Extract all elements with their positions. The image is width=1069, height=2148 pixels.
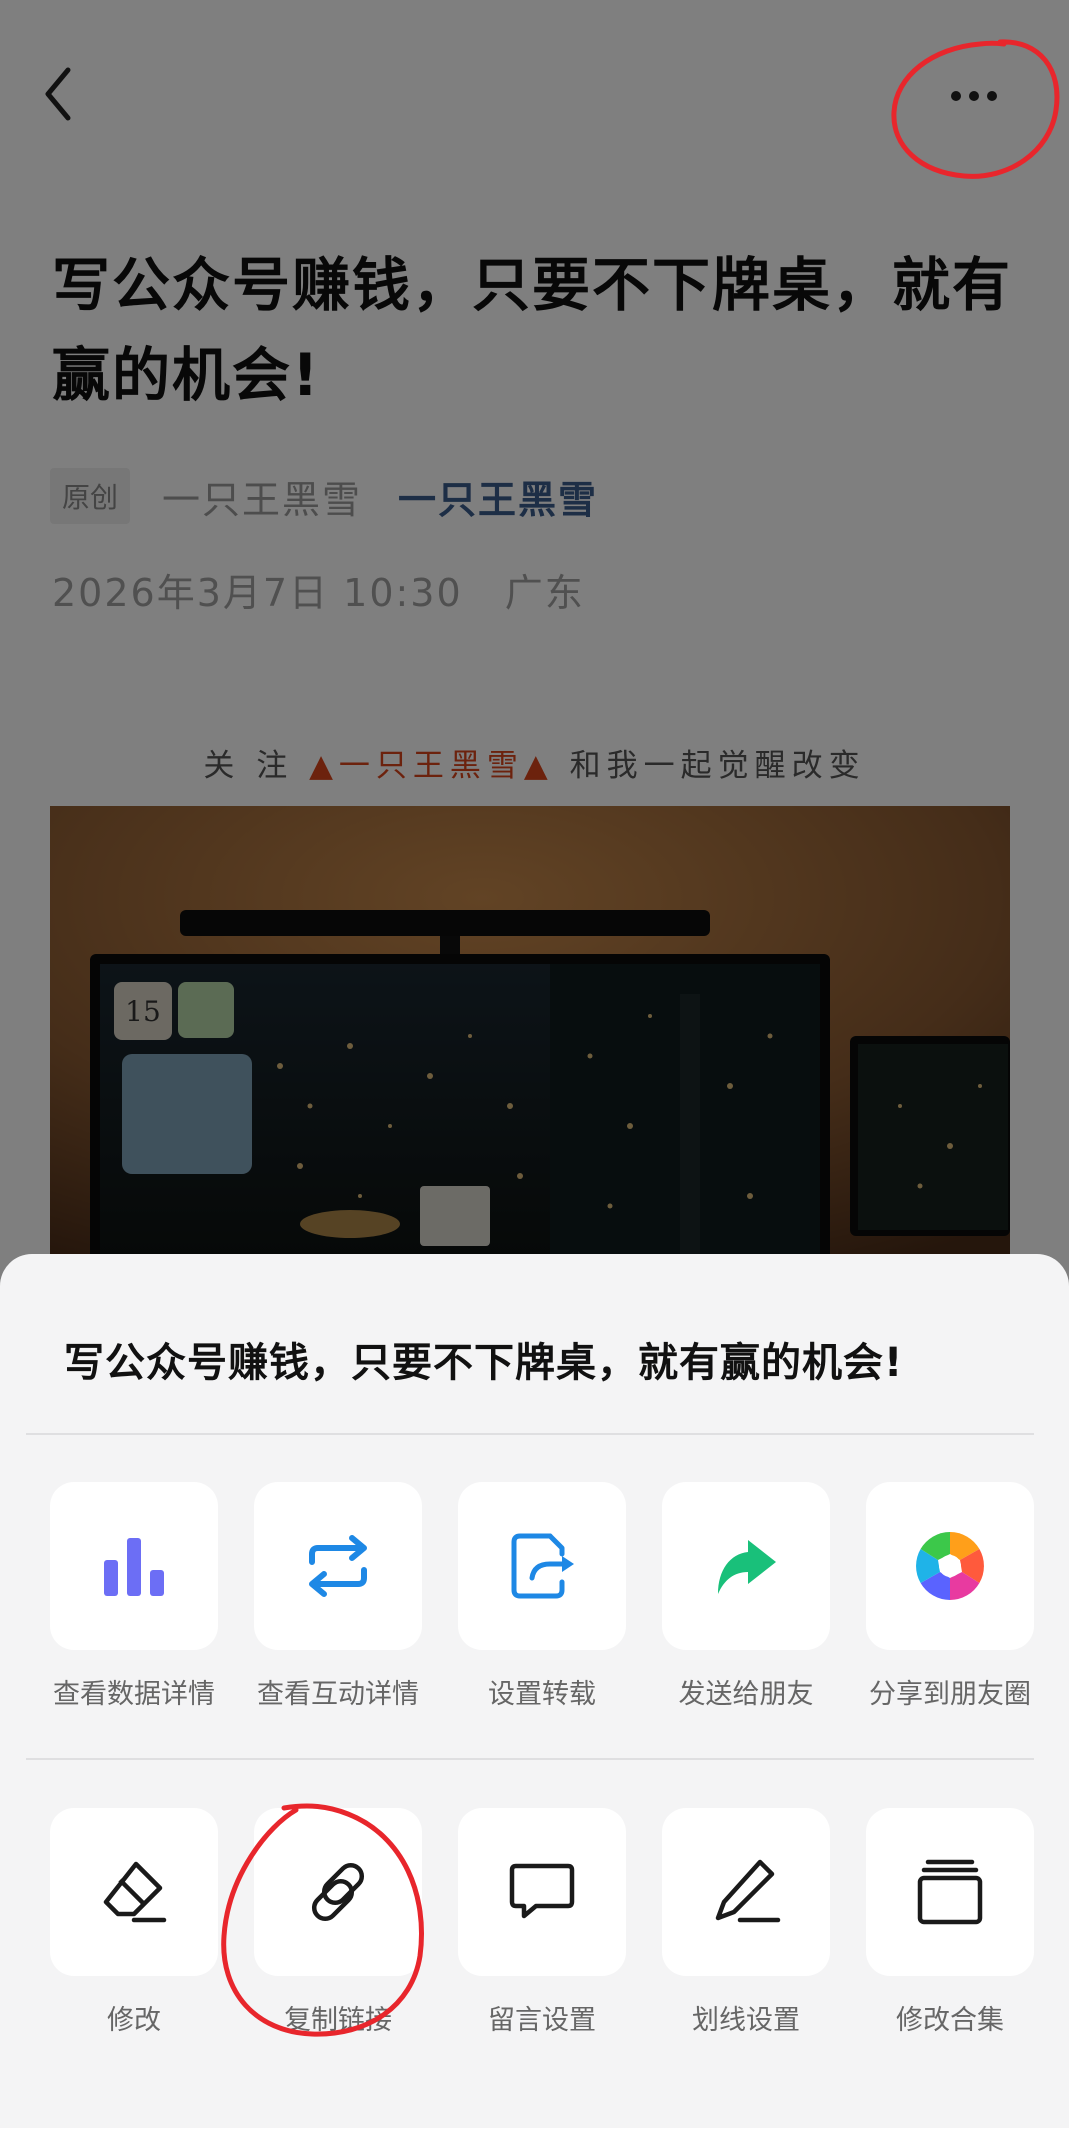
view-interaction-button[interactable]: 查看互动详情 [254, 1482, 422, 1711]
pencil-icon [715, 1859, 781, 1923]
bottom-safe-area [0, 2128, 1069, 2148]
comment-icon [509, 1863, 575, 1919]
send-to-friend-button[interactable]: 发送给朋友 [662, 1482, 830, 1711]
underline-settings-button[interactable]: 划线设置 [662, 1808, 830, 2037]
comment-settings-tile[interactable] [458, 1808, 626, 1976]
view-data-label: 查看数据详情 [53, 1679, 215, 1710]
moments-icon [916, 1532, 984, 1600]
copy-link-tile[interactable] [254, 1808, 422, 1976]
eraser-icon [103, 1861, 167, 1923]
underline-settings-tile[interactable] [662, 1808, 830, 1976]
link-icon [311, 1862, 365, 1922]
edit-button[interactable]: 修改 [50, 1808, 218, 2037]
comment-settings-label: 留言设置 [488, 2005, 596, 2036]
copy-link-button[interactable]: 复制链接 [254, 1808, 422, 2037]
action-sheet: 写公众号赚钱，只要不下牌桌，就有赢的机会! 查看数据详情 查看互动详情 设置转载… [0, 1254, 1069, 2148]
copy-link-label: 复制链接 [284, 2005, 392, 2036]
send-to-friend-label: 发送给朋友 [678, 1679, 814, 1710]
share-moments-tile[interactable] [866, 1482, 1034, 1650]
underline-settings-label: 划线设置 [692, 2005, 800, 2036]
share-moments-label: 分享到朋友圈 [869, 1679, 1031, 1710]
repost-settings-button[interactable]: 设置转载 [458, 1482, 626, 1711]
view-interaction-tile[interactable] [254, 1482, 422, 1650]
share-arrow-icon [718, 1540, 776, 1594]
collection-icon [917, 1859, 983, 1925]
repost-settings-tile[interactable] [458, 1482, 626, 1650]
edit-collection-tile[interactable] [866, 1808, 1034, 1976]
repost-icon [511, 1533, 574, 1599]
edit-label: 修改 [107, 2005, 161, 2036]
repost-settings-label: 设置转载 [488, 1679, 596, 1710]
divider [26, 1758, 1034, 1760]
view-interaction-label: 查看互动详情 [257, 1679, 419, 1710]
share-moments-button[interactable]: 分享到朋友圈 [866, 1482, 1034, 1711]
repeat-icon [309, 1535, 367, 1597]
send-to-friend-tile[interactable] [662, 1482, 830, 1650]
edit-tile[interactable] [50, 1808, 218, 1976]
view-data-button[interactable]: 查看数据详情 [50, 1482, 218, 1711]
edit-collection-button[interactable]: 修改合集 [866, 1808, 1034, 2037]
edit-collection-label: 修改合集 [896, 2005, 1004, 2036]
view-data-tile[interactable] [50, 1482, 218, 1650]
sheet-title: 写公众号赚钱，只要不下牌桌，就有赢的机会! [64, 1340, 904, 1386]
divider [26, 1433, 1034, 1435]
comment-settings-button[interactable]: 留言设置 [458, 1808, 626, 2037]
bar-chart-icon [104, 1538, 164, 1596]
